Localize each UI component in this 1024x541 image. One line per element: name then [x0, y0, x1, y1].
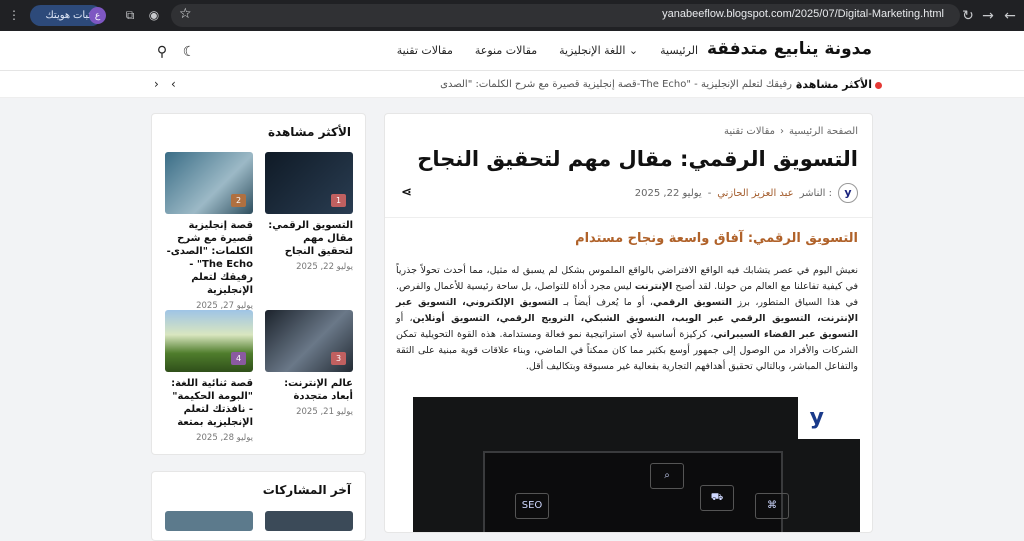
- author-avatar[interactable]: y: [838, 183, 858, 203]
- rank-badge: 2: [231, 194, 246, 207]
- seo-tile: SEO: [515, 493, 549, 519]
- theme-toggle-icon[interactable]: ☾: [178, 41, 200, 63]
- post-thumbnail[interactable]: 4: [165, 310, 253, 372]
- menu-english[interactable]: اللغة الإنجليزية ⌄: [559, 44, 638, 57]
- body-bold-2: التسويق الرقمي: [652, 297, 733, 308]
- ticker-label: الأكثر مشاهدة: [795, 78, 872, 91]
- url-text[interactable]: yanabeeflow.blogspot.com/2025/07/Digital…: [662, 8, 944, 20]
- body-bold-1: الإنترنت: [634, 281, 673, 292]
- image-corner: [798, 397, 860, 439]
- article-card: الصفحة الرئيسية › مقالات تقنية التسويق ا…: [384, 113, 873, 533]
- breadcrumb: الصفحة الرئيسية › مقالات تقنية: [724, 126, 858, 137]
- back-icon[interactable]: ←: [1000, 6, 1020, 26]
- post-thumbnail[interactable]: 2: [165, 152, 253, 214]
- publisher-label: الناشر :: [799, 187, 832, 199]
- post-title[interactable]: قصة إنجليزية قصيرة مع شرح الكلمات: "الصد…: [165, 219, 253, 297]
- address-bar[interactable]: ☆ yanabeeflow.blogspot.com/2025/07/Digit…: [171, 4, 960, 27]
- chevron-down-icon: ⌄: [628, 44, 639, 57]
- article-date: يوليو 22, 2025: [634, 187, 702, 199]
- rank-badge: 4: [231, 352, 246, 365]
- menu-misc[interactable]: مقالات منوعة: [475, 44, 537, 57]
- profile-avatar: ع: [89, 7, 106, 24]
- ticker-separator-icon: ›: [797, 77, 802, 91]
- rank-badge: 3: [331, 352, 346, 365]
- post-title[interactable]: عالم الإنترنت: أبعاد متجددة: [265, 377, 353, 403]
- extension-icon[interactable]: ◉: [146, 7, 162, 23]
- article-title: التسويق الرقمي: مقال مهم لتحقيق النجاح: [417, 147, 858, 171]
- magnifier-icon: ⌕: [650, 463, 684, 489]
- breadcrumb-separator: ›: [780, 126, 784, 137]
- post-thumbnail[interactable]: [265, 511, 353, 531]
- article-image: y SEO ⌕ ⛟ ⌘: [413, 397, 860, 532]
- main-menu: الرئيسية اللغة الإنجليزية ⌄ مقالات منوعة…: [397, 44, 698, 57]
- post-date: يوليو 21, 2025: [296, 407, 353, 417]
- meta-separator: -: [707, 187, 712, 199]
- body-bold-4: التسويق عبر الفضاء السيبراني: [713, 329, 858, 340]
- site-title[interactable]: مدونة ينابيع متدفقة: [707, 39, 872, 59]
- sidebar-title: الأكثر مشاهدة: [267, 125, 351, 139]
- post-card[interactable]: 1 التسويق الرقمي: مقال مهم لتحقيق النجاح…: [265, 152, 353, 272]
- sidebar-most-viewed: الأكثر مشاهدة 1 التسويق الرقمي: مقال مهم…: [151, 113, 366, 455]
- ticker-dot-icon: [875, 82, 882, 89]
- site-header: مدونة ينابيع متدفقة الرئيسية اللغة الإنج…: [0, 31, 1024, 71]
- browser-toolbar: ← → ↻ ☆ yanabeeflow.blogspot.com/2025/07…: [0, 0, 1024, 31]
- article-body: نعيش اليوم في عصر يتشابك فيه الواقع الاف…: [396, 263, 858, 375]
- breadcrumb-category[interactable]: مقالات تقنية: [724, 126, 775, 137]
- sidebar-latest-posts: آخر المشاركات: [151, 471, 366, 541]
- menu-english-label: اللغة الإنجليزية: [559, 44, 626, 57]
- post-card[interactable]: 3 عالم الإنترنت: أبعاد متجددة يوليو 21, …: [265, 310, 353, 417]
- bookmark-star-icon[interactable]: ☆: [179, 6, 192, 22]
- search-icon[interactable]: ⚲: [151, 41, 173, 63]
- sidebar2-title: آخر المشاركات: [262, 483, 351, 497]
- verify-label: إثبات هويتك: [45, 10, 95, 21]
- verify-identity-button[interactable]: إثبات هويتك ع: [30, 5, 106, 26]
- post-card[interactable]: 2 قصة إنجليزية قصيرة مع شرح الكلمات: "ال…: [165, 152, 253, 311]
- ticker-prev-icon[interactable]: ‹: [171, 77, 176, 91]
- post-date: يوليو 28, 2025: [196, 433, 253, 443]
- body-text-3: ، أو ما يُعرف أيضاً بـ: [558, 297, 653, 308]
- image-logo: y: [809, 405, 824, 430]
- post-thumbnail[interactable]: [165, 511, 253, 531]
- cart-icon: ⛟: [700, 485, 734, 511]
- body-text-4: ، أو: [396, 313, 413, 324]
- post-card[interactable]: 4 قصة ثنائية اللغة: "البومة الحكيمة" - ن…: [165, 310, 253, 443]
- breadcrumb-home[interactable]: الصفحة الرئيسية: [789, 126, 858, 137]
- ticker-next-icon[interactable]: ›: [154, 77, 159, 91]
- menu-tech[interactable]: مقالات تقنية: [397, 44, 453, 57]
- forward-icon[interactable]: →: [978, 6, 998, 26]
- post-title[interactable]: التسويق الرقمي: مقال مهم لتحقيق النجاح: [265, 219, 353, 258]
- image-screen: SEO ⌕ ⛟ ⌘: [483, 451, 789, 532]
- author-link[interactable]: عبد العزيز الحازني: [717, 188, 793, 199]
- ticker-bar: الأكثر مشاهدة › قصة إنجليزية قصيرة مع شر…: [0, 71, 1024, 98]
- share-icon[interactable]: ⋖: [401, 185, 412, 200]
- reload-icon[interactable]: ↻: [958, 6, 978, 26]
- ticker-link[interactable]: قصة إنجليزية قصيرة مع شرح الكلمات: "الصد…: [440, 79, 792, 90]
- divider: [385, 217, 872, 218]
- article-subheading: التسويق الرقمي: آفاق واسعة ونجاح مستدام: [575, 231, 858, 246]
- post-thumbnail[interactable]: 3: [265, 310, 353, 372]
- network-icon: ⌘: [755, 493, 789, 519]
- rank-badge: 1: [331, 194, 346, 207]
- puzzle-icon[interactable]: ⧉: [122, 7, 138, 23]
- post-thumbnail[interactable]: 1: [265, 152, 353, 214]
- post-title[interactable]: قصة ثنائية اللغة: "البومة الحكيمة" - ناف…: [165, 377, 253, 429]
- menu-home[interactable]: الرئيسية: [660, 44, 698, 57]
- article-meta: y الناشر : عبد العزيز الحازني - يوليو 22…: [635, 182, 858, 204]
- post-date: يوليو 22, 2025: [296, 262, 353, 272]
- menu-icon[interactable]: ⋮: [6, 7, 22, 23]
